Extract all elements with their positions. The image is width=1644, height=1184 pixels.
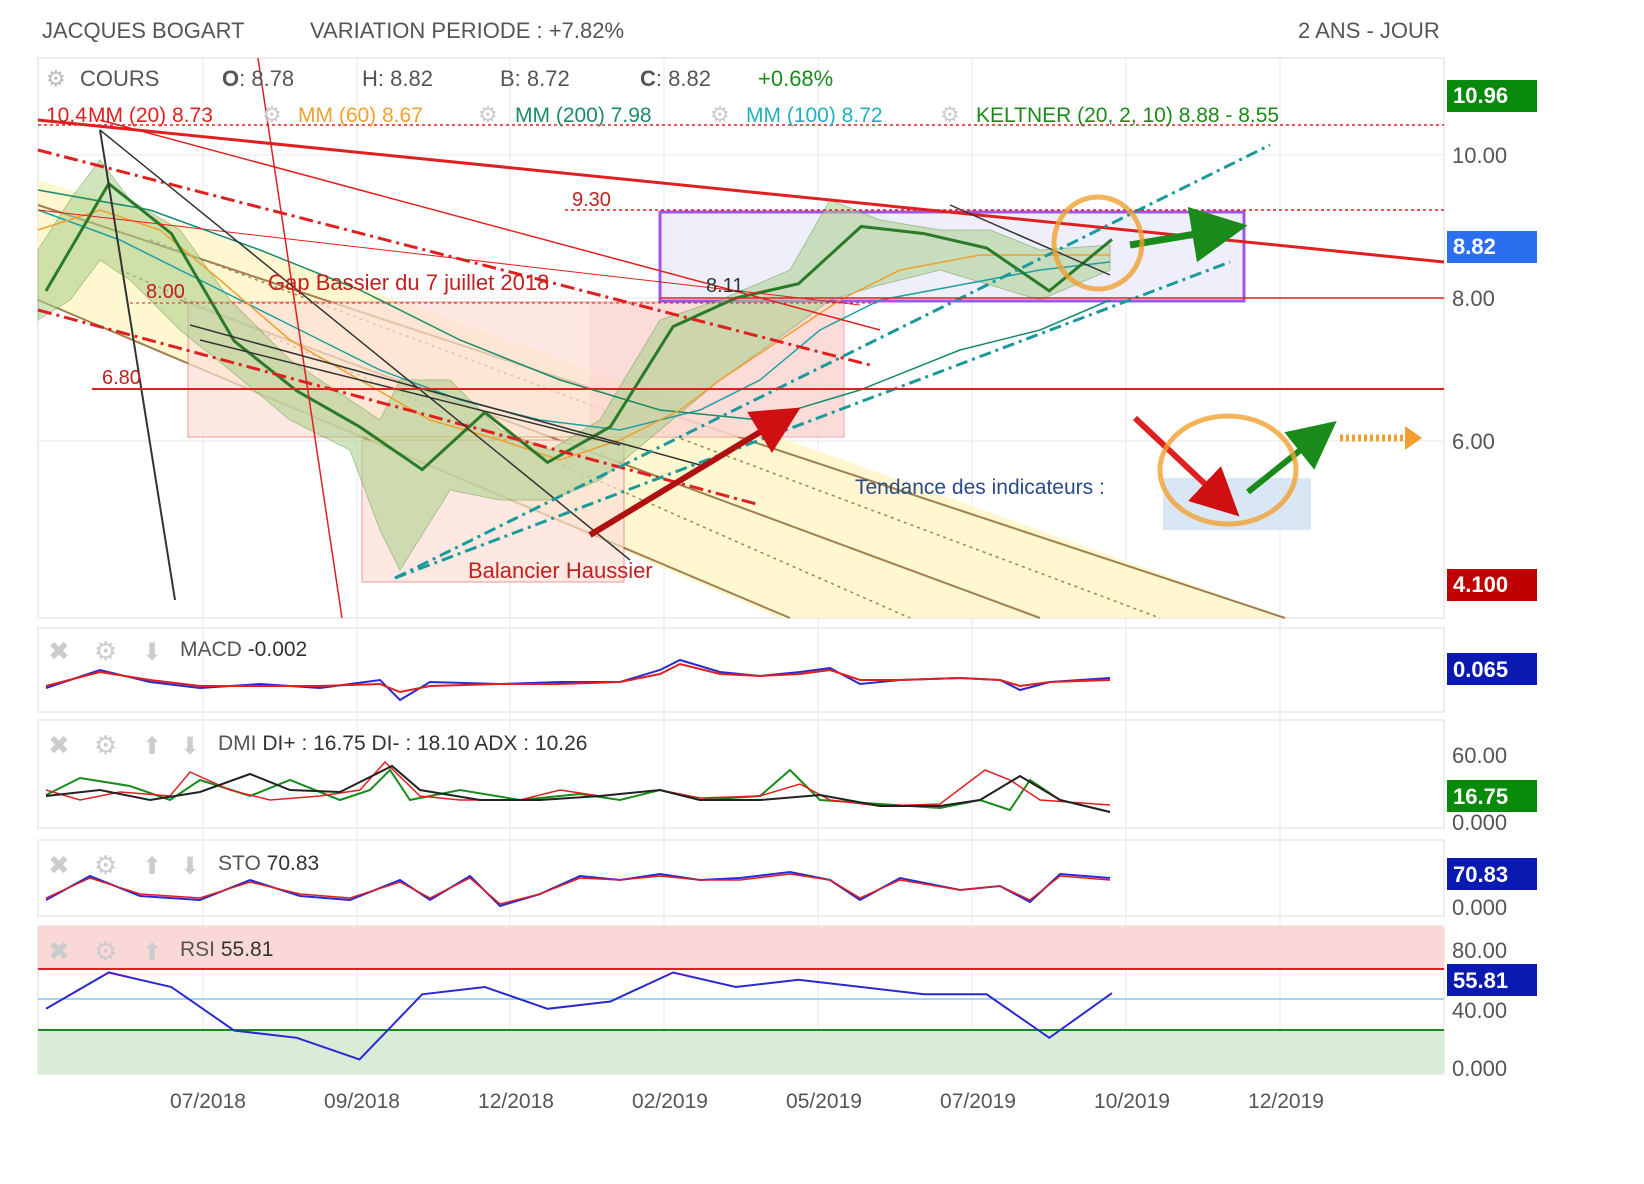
ytick: 80.00 (1452, 938, 1507, 963)
min-badge-text: 4.100 (1453, 572, 1508, 597)
open-value: O: 8.78 (222, 66, 294, 91)
arrow-down-icon[interactable]: ⬇ (180, 853, 200, 880)
gear-icon[interactable]: ⚙ (940, 102, 960, 127)
ytick: 0.000 (1452, 810, 1507, 835)
x-tick-label: 02/2019 (632, 1090, 708, 1113)
low-value: B: 8.72 (500, 66, 570, 91)
gear-icon[interactable]: ⚙ (710, 102, 730, 127)
gear-icon[interactable]: ⚙ (94, 850, 117, 880)
rsi-label: RSI 55.81 (180, 938, 273, 961)
x-tick-label: 07/2019 (940, 1090, 1016, 1113)
last-badge-text: 8.82 (1453, 234, 1496, 259)
rsi-oversold-zone (38, 1030, 1444, 1074)
cours-label: COURS (80, 66, 159, 91)
sto-badge-text: 70.83 (1453, 862, 1508, 887)
gear-icon[interactable]: ⚙ (94, 730, 117, 760)
arrow-up-icon[interactable]: ⬆ (142, 939, 162, 966)
sto-label: STO 70.83 (218, 852, 319, 875)
macd-label: MACD -0.002 (180, 638, 307, 661)
level-811: 8.11 (706, 275, 743, 297)
ytick: 0.000 (1452, 1056, 1507, 1081)
rsi-badge-text: 55.81 (1453, 968, 1508, 993)
x-axis: 07/2018 09/2018 12/2018 02/2019 05/2019 07/20… (170, 1090, 1324, 1113)
x-tick-label: 12/2019 (1248, 1090, 1324, 1113)
close-icon[interactable]: ✖ (48, 850, 70, 880)
x-tick-label: 09/2018 (324, 1090, 400, 1113)
change-value: +0.68% (758, 66, 833, 91)
close-icon[interactable]: ✖ (48, 936, 70, 966)
close-icon[interactable]: ✖ (48, 730, 70, 760)
macd-badge-text: 0.065 (1453, 657, 1508, 682)
gear-icon[interactable]: ⚙ (46, 66, 66, 91)
max-badge-text: 10.96 (1453, 83, 1508, 108)
close-value: C: 8.82 (640, 66, 711, 91)
ytick: 8.00 (1452, 286, 1495, 311)
level-930: 9.30 (572, 189, 611, 211)
mm200-label: MM (200) 7.98 (515, 104, 652, 127)
stock-chart[interactable]: Gap Bassier du 7 juillet 2018 Balancier … (0, 0, 1644, 1184)
gear-icon[interactable]: ⚙ (478, 102, 498, 127)
gear-icon[interactable]: ⚙ (262, 102, 282, 127)
x-tick-label: 12/2018 (478, 1090, 554, 1113)
ytick: 6.00 (1452, 429, 1495, 454)
mm60-label: MM (60) 8.67 (298, 104, 423, 127)
arrow-up-icon[interactable]: ⬆ (142, 733, 162, 760)
level-680: 6.80 (102, 367, 141, 389)
arrow-down-icon[interactable]: ⬇ (180, 733, 200, 760)
high-value: H: 8.82 (362, 66, 433, 91)
ytick: 40.00 (1452, 998, 1507, 1023)
close-icon[interactable]: ✖ (48, 636, 70, 666)
keltner-label: KELTNER (20, 2, 10) 8.88 - 8.55 (976, 104, 1279, 127)
gear-icon[interactable]: ⚙ (94, 936, 117, 966)
x-tick-label: 07/2018 (170, 1090, 246, 1113)
arrow-up-icon[interactable]: ⬆ (142, 853, 162, 880)
balancier-annotation: Balancier Haussier (468, 558, 653, 583)
arrow-down-icon[interactable]: ⬇ (142, 639, 162, 666)
x-tick-label: 10/2019 (1094, 1090, 1170, 1113)
ytick: 60.00 (1452, 743, 1507, 768)
level-800: 8.00 (146, 281, 185, 303)
dmi-label: DMI DI+ : 16.75 DI- : 18.10 ADX : 10.26 (218, 732, 587, 755)
mm100-label: MM (100) 8.72 (746, 104, 883, 127)
gap-annotation: Gap Bassier du 7 juillet 2018 (268, 270, 549, 295)
ytick: 0.000 (1452, 895, 1507, 920)
dmi-badge-text: 16.75 (1453, 784, 1508, 809)
gear-icon[interactable]: ⚙ (94, 636, 117, 666)
x-tick-label: 05/2019 (786, 1090, 862, 1113)
tendance-label: Tendance des indicateurs : (855, 476, 1105, 499)
mm20-label: MM (20) 8.73 (88, 104, 213, 127)
high-marker: 10.4 (46, 104, 87, 127)
ytick: 10.00 (1452, 143, 1507, 168)
